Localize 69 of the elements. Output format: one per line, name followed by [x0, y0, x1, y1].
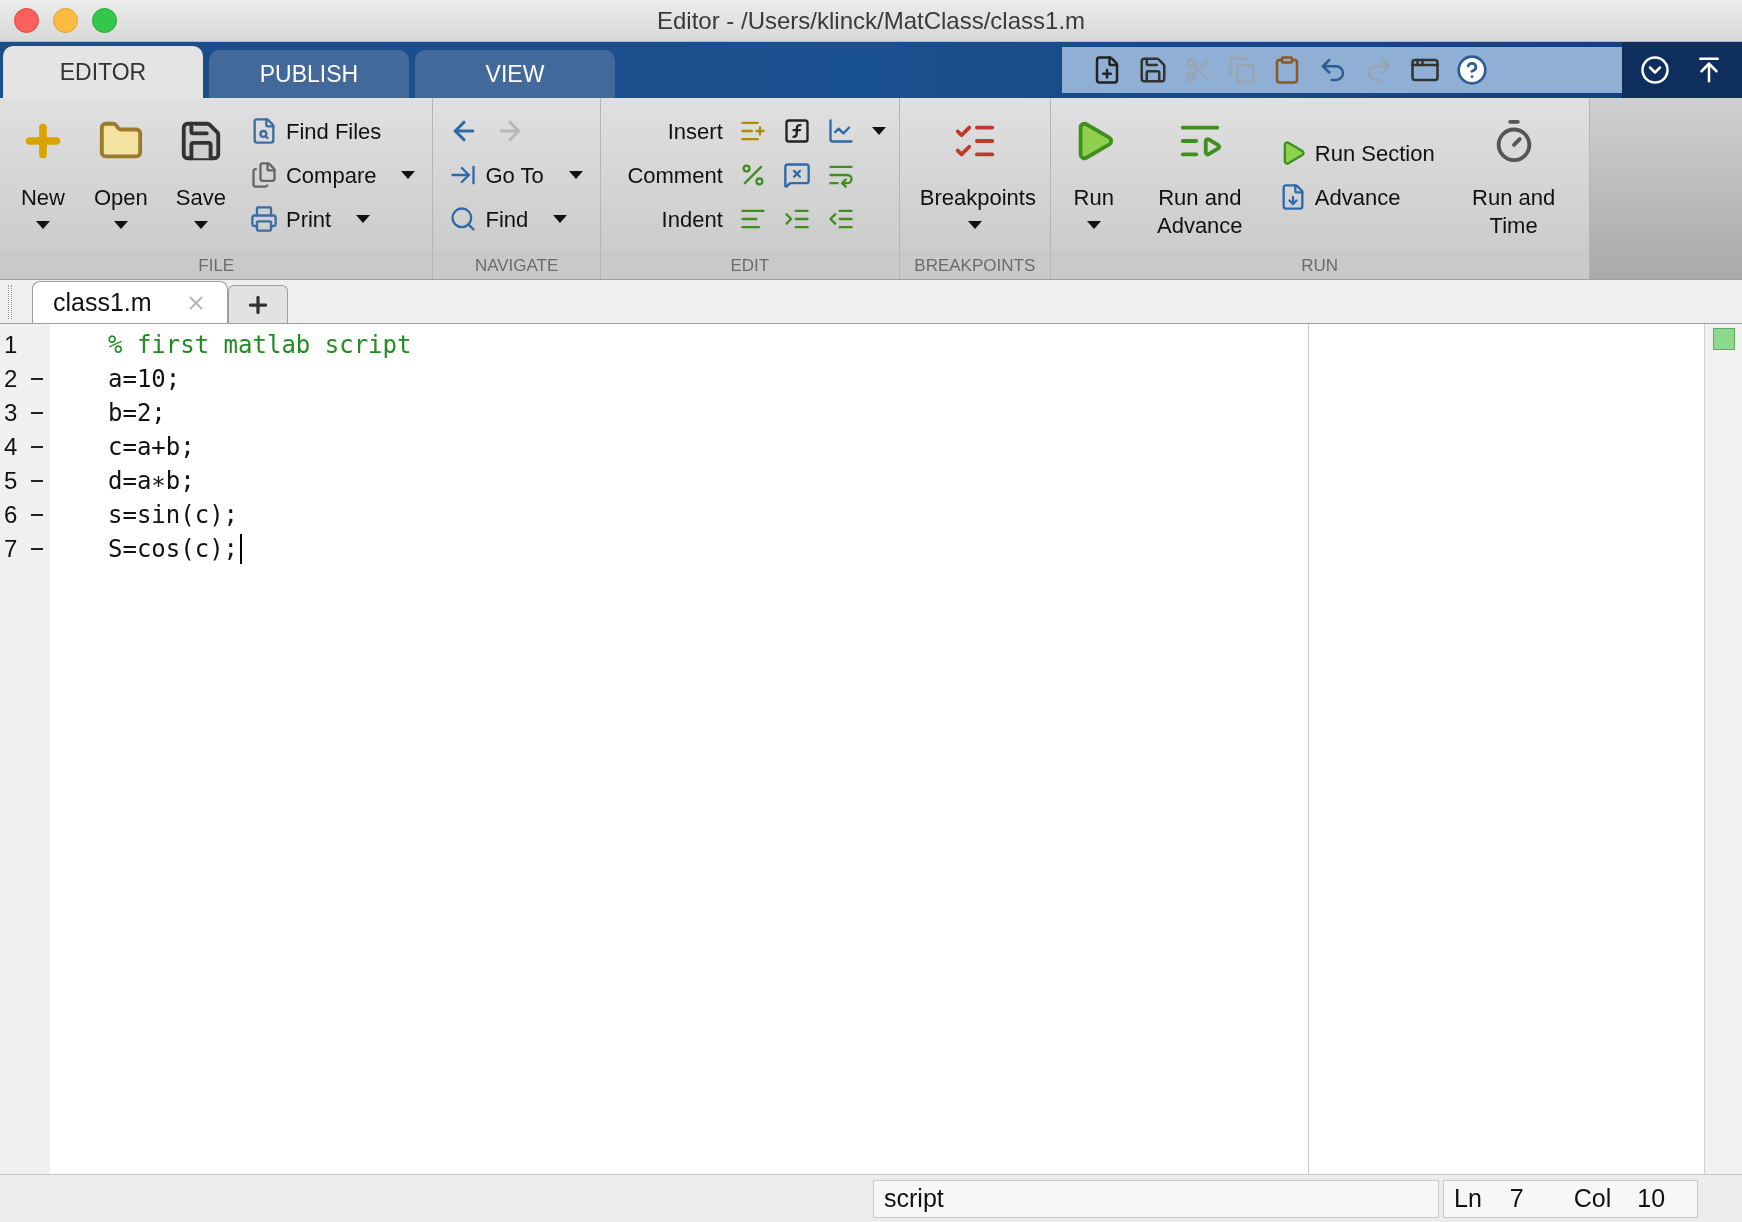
save-icon[interactable] — [1138, 55, 1168, 85]
dropdown-caret-icon — [112, 220, 129, 230]
line-number: 3 — [3, 398, 19, 428]
line-number: 6 — [3, 500, 19, 530]
line-number: 7 — [3, 534, 19, 564]
printer-icon — [250, 205, 278, 234]
ribbon-button[interactable]: Save — [167, 98, 234, 253]
line-number: 4 — [3, 432, 19, 462]
code-comment: % first matlab script — [108, 330, 412, 361]
help-icon[interactable] — [1456, 54, 1488, 86]
window-title: Editor - /Users/klinck/MatClass/class1.m — [656, 5, 1086, 36]
file-type-field: script — [873, 1179, 1439, 1218]
ribbon-button[interactable]: Run Section — [1274, 131, 1439, 176]
function-icon[interactable] — [782, 117, 811, 146]
ribbon-button[interactable]: Print — [246, 197, 421, 242]
dropdown-caret-icon — [870, 126, 887, 137]
ribbon-button[interactable]: Breakpoints — [911, 98, 1038, 253]
ribbon-button[interactable]: Run — [1062, 98, 1125, 253]
dropdown-caret-icon — [567, 170, 584, 181]
column-label: Col — [1573, 1182, 1612, 1214]
line-label: Ln — [1454, 1182, 1482, 1214]
dropdown-caret-icon — [966, 220, 983, 230]
line-number: 5 — [3, 466, 19, 496]
compare-files-icon — [250, 161, 278, 190]
search-icon — [449, 205, 478, 234]
group-label: NAVIGATE — [474, 254, 559, 277]
new-tab-button[interactable] — [228, 285, 288, 323]
dropdown-caret-icon — [35, 220, 51, 230]
document-tab[interactable]: class1.m — [32, 281, 228, 323]
dropdown-caret-icon — [552, 214, 569, 225]
ribbon-button[interactable]: Find Files — [246, 109, 421, 154]
group-label: BREAKPOINTS — [914, 254, 1036, 277]
code-line: s=sin(c); — [108, 500, 239, 531]
group-label: FILE — [198, 254, 235, 277]
code-line: c=a+b; — [108, 432, 195, 463]
column-value: 10 — [1637, 1182, 1666, 1214]
ribbon-button[interactable]: Run and Time — [1450, 98, 1577, 253]
ribbon-button[interactable]: Open — [86, 98, 156, 253]
ribbon-tab[interactable]: PUBLISH — [209, 50, 409, 98]
code-line: a=10; — [108, 364, 181, 395]
dropdown-caret-icon — [1085, 220, 1102, 230]
ribbon-button[interactable]: New — [12, 98, 74, 253]
code-line: S=cos(c); — [108, 534, 239, 565]
ribbon-button[interactable]: Find — [445, 197, 588, 242]
code-line: b=2; — [108, 398, 166, 429]
line-value: 7 — [1509, 1182, 1524, 1214]
chevron-down-icon[interactable] — [1640, 55, 1670, 85]
zoom-window-icon[interactable] — [92, 8, 117, 33]
line-number: 1 — [3, 330, 19, 360]
row-label: Comment — [626, 161, 723, 190]
line-number: 2 — [3, 364, 19, 394]
minimize-window-icon[interactable] — [53, 8, 78, 33]
group-label: RUN — [1301, 254, 1339, 277]
dropdown-caret-icon — [400, 170, 417, 181]
ribbon-button[interactable]: Advance — [1274, 175, 1439, 220]
dropdown-caret-icon — [355, 214, 372, 225]
dropdown-caret-icon — [192, 220, 209, 230]
ribbon-tab[interactable]: VIEW — [415, 50, 615, 98]
code-line: d=a∗b; — [108, 466, 195, 497]
code-editor[interactable]: 1 % first matlab script 2 a=10; 3 b=2; 4 c=a+b; 5 d=a∗b; 6 s=sin(c); 7 S=cos(c); — [0, 324, 1309, 1174]
group-label: EDIT — [730, 254, 770, 277]
ribbon-button[interactable]: Compare — [246, 153, 421, 198]
ribbon-tab[interactable]: EDITOR — [3, 46, 203, 98]
row-label: Insert — [666, 117, 723, 146]
ribbon-button[interactable]: Run and Advance — [1136, 98, 1263, 253]
drag-handle-icon[interactable] — [8, 285, 12, 319]
close-window-icon[interactable] — [14, 8, 39, 33]
ribbon-button[interactable]: Go To — [445, 153, 588, 198]
row-label: Indent — [660, 205, 723, 234]
